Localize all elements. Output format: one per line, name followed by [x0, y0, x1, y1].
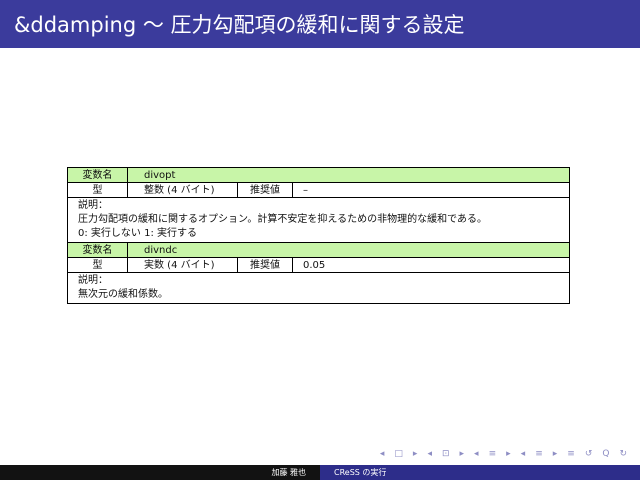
description-text: 0: 実行しない 1: 実行する — [78, 228, 197, 239]
nav-menu-icon[interactable]: ≡ — [567, 449, 576, 459]
variable-name-value: divndc — [126, 242, 571, 258]
footer-author-box: 加藤 雅也 — [0, 465, 320, 480]
footer-author: 加藤 雅也 — [271, 468, 306, 477]
description-cell: 説明： 圧力勾配項の緩和に関するオプション。計算不安定を抑えるための非物理的な緩… — [66, 197, 571, 243]
nav-forward-icon[interactable]: ↻ — [619, 449, 628, 459]
slide-title-bar: &ddamping ～ 圧力勾配項の緩和に関する設定 — [0, 0, 640, 48]
type-value: 実数 (4 バイト) — [127, 257, 238, 273]
nav-frame-icon[interactable]: □ — [394, 449, 404, 459]
slide-title: &ddamping ～ 圧力勾配項の緩和に関する設定 — [14, 13, 465, 37]
recommended-label: 推奨値 — [237, 257, 293, 273]
param-type-row: 型 整数 (4 バイト) 推奨値 – — [67, 182, 571, 198]
beamer-navigation: ◂ □ ▸ ◂ ⊡ ▸ ◂ ≡ ▸ ◂ ≡ ▸ ≡ ↺ Q ↻ — [380, 449, 628, 459]
footer: 加藤 雅也 CReSS の実行 — [0, 465, 640, 480]
recommended-value: 0.05 — [291, 257, 571, 273]
nav-prev-icon[interactable]: ◂ — [380, 449, 386, 459]
nav-next-icon[interactable]: ▸ — [506, 449, 512, 459]
nav-next-icon[interactable]: ▸ — [553, 449, 559, 459]
variable-name-value: divopt — [126, 167, 571, 183]
param-name-row: 変数名 divndc — [67, 242, 571, 258]
nav-next-icon[interactable]: ▸ — [413, 449, 419, 459]
nav-prev-icon[interactable]: ◂ — [427, 449, 433, 459]
nav-section-icon[interactable]: ≡ — [489, 449, 498, 459]
param-description-row: 説明： 圧力勾配項の緩和に関するオプション。計算不安定を抑えるための非物理的な緩… — [66, 197, 571, 243]
param-name-row: 変数名 divopt — [67, 167, 571, 183]
footer-section: CReSS の実行 — [334, 468, 387, 477]
variable-name-label: 変数名 — [67, 242, 128, 258]
param-type-row: 型 実数 (4 バイト) 推奨値 0.05 — [67, 257, 571, 273]
description-text: 無次元の緩和係数。 — [78, 289, 168, 300]
nav-back-icon[interactable]: ↺ — [585, 449, 594, 459]
description-cell: 説明： 無次元の緩和係数。 — [66, 272, 571, 304]
nav-search-icon[interactable]: Q — [602, 449, 610, 459]
nav-document-icon[interactable]: ≡ — [535, 449, 544, 459]
nav-prev-icon[interactable]: ◂ — [521, 449, 527, 459]
nav-subsection-icon[interactable]: ⊡ — [442, 449, 451, 459]
type-value: 整数 (4 バイト) — [127, 182, 238, 198]
recommended-label: 推奨値 — [237, 182, 293, 198]
nav-prev-icon[interactable]: ◂ — [474, 449, 480, 459]
nav-next-icon[interactable]: ▸ — [460, 449, 466, 459]
footer-section-box: CReSS の実行 — [320, 465, 640, 480]
type-label: 型 — [67, 182, 128, 198]
parameter-table: 変数名 divopt 型 整数 (4 バイト) 推奨値 – 説明： 圧力勾配項の… — [66, 167, 571, 304]
description-label: 説明： — [78, 275, 108, 286]
description-label: 説明： — [78, 200, 108, 211]
type-label: 型 — [67, 257, 128, 273]
variable-name-label: 変数名 — [67, 167, 128, 183]
description-text: 圧力勾配項の緩和に関するオプション。計算不安定を抑えるための非物理的な緩和である… — [78, 214, 487, 225]
recommended-value: – — [291, 182, 571, 198]
param-description-row: 説明： 無次元の緩和係数。 — [66, 272, 571, 304]
